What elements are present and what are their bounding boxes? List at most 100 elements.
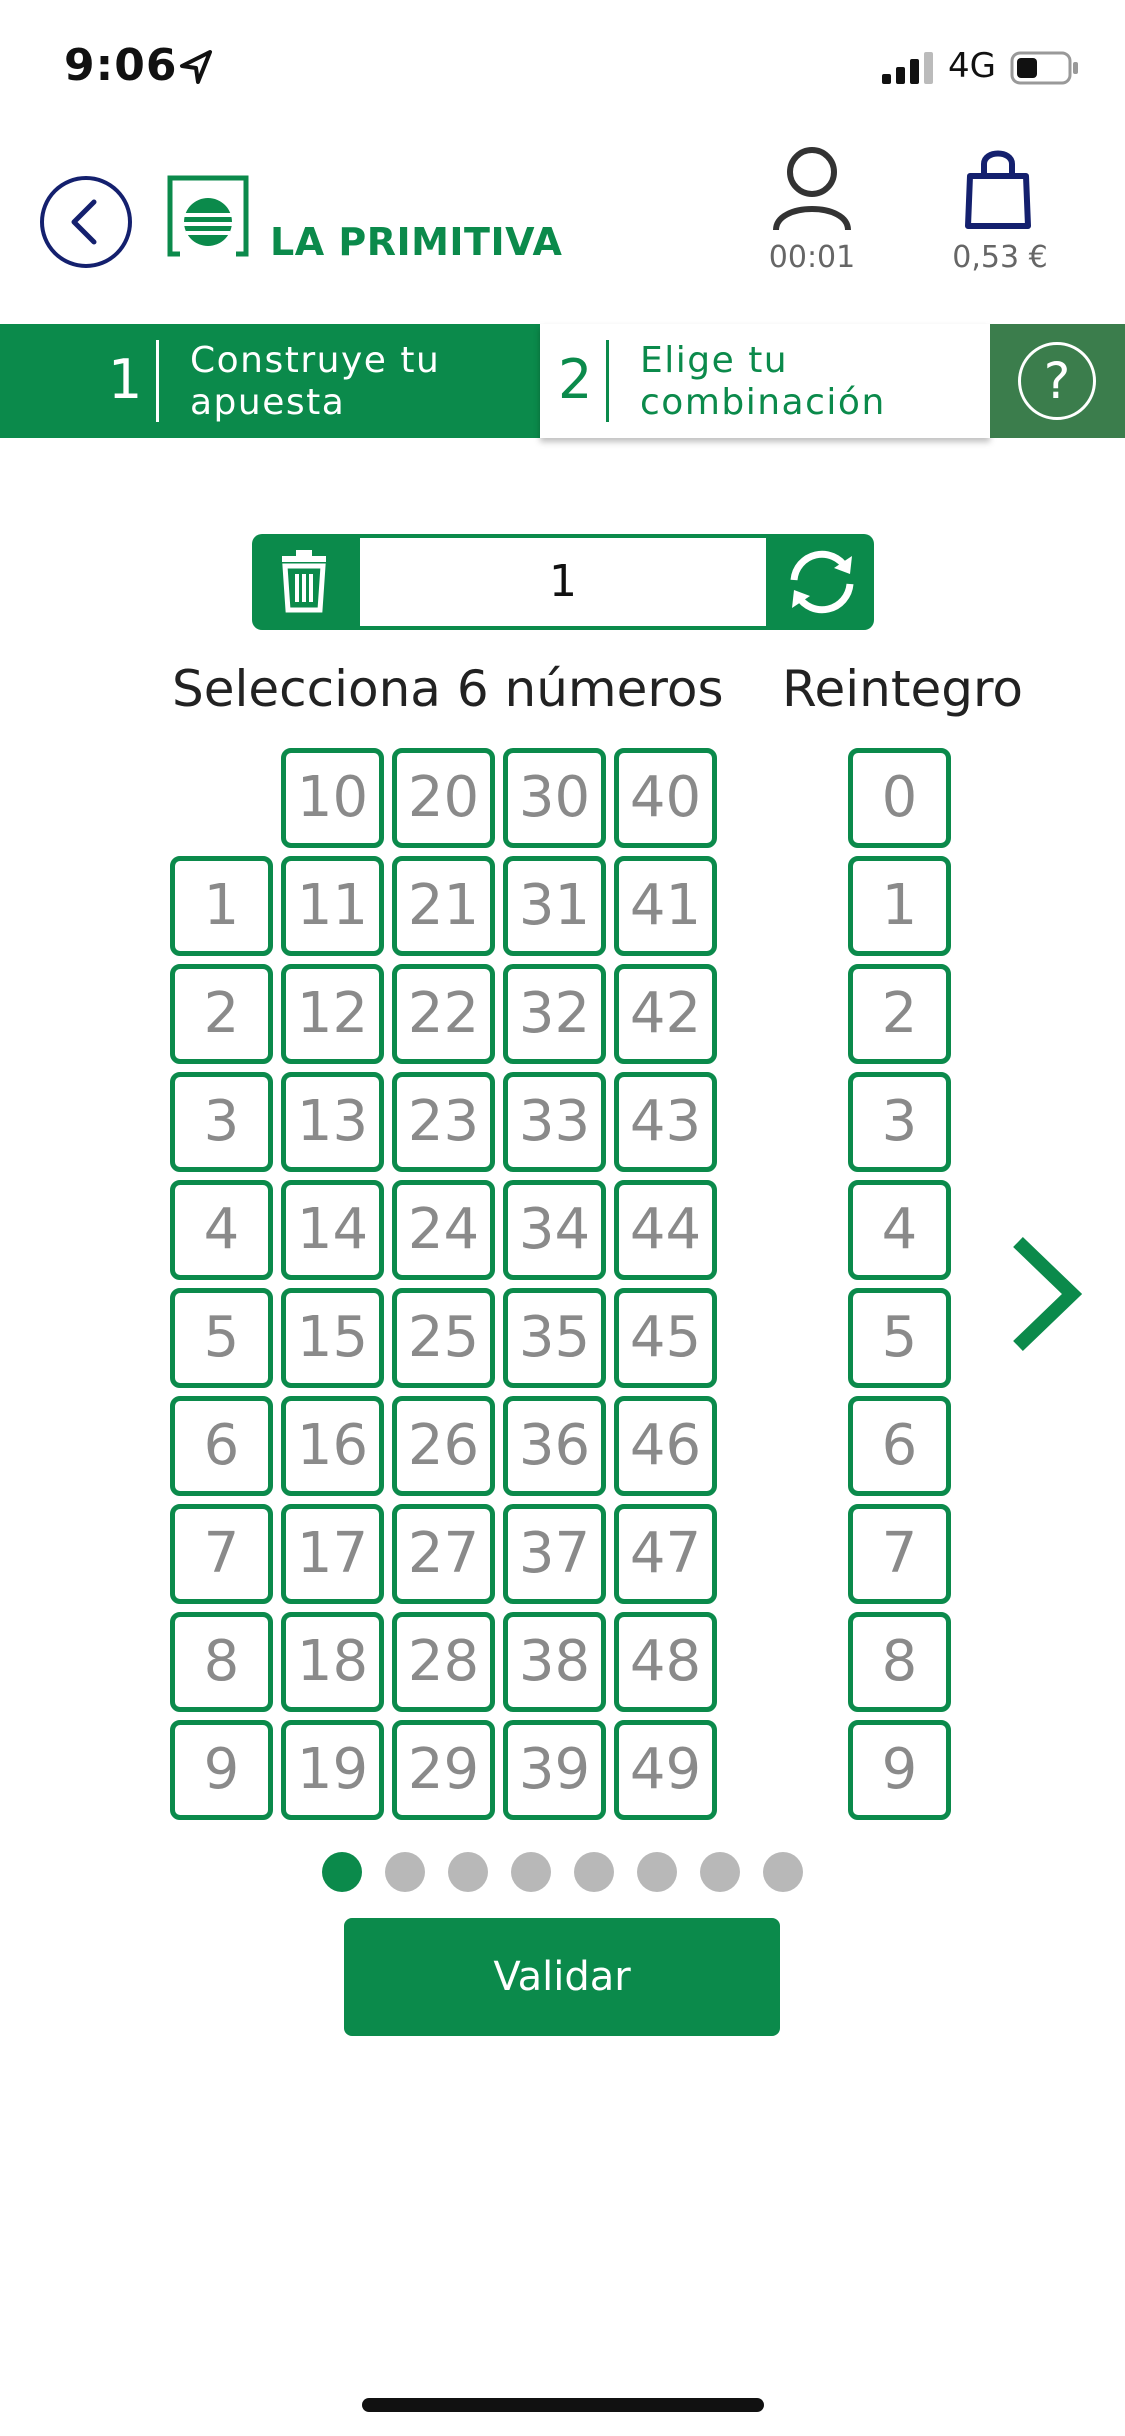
number-cell[interactable]: 30	[503, 748, 606, 848]
step-divider	[156, 340, 159, 422]
step-number: 1	[108, 348, 143, 411]
bet-counter: 1	[252, 534, 874, 630]
pagination-dot[interactable]	[574, 1852, 614, 1892]
number-cell[interactable]: 27	[392, 1504, 495, 1604]
reintegro-cell[interactable]: 6	[848, 1396, 951, 1496]
signal-icon	[882, 52, 933, 84]
refresh-icon	[790, 550, 854, 614]
number-cell[interactable]: 42	[614, 964, 717, 1064]
lottery-logo-icon	[167, 175, 249, 257]
pagination-dot[interactable]	[511, 1852, 551, 1892]
help-icon: ?	[1018, 342, 1096, 420]
number-cell[interactable]: 7	[170, 1504, 273, 1604]
number-cell[interactable]: 46	[614, 1396, 717, 1496]
reintegro-cell[interactable]: 4	[848, 1180, 951, 1280]
number-cell[interactable]: 29	[392, 1720, 495, 1820]
shopping-bag-icon[interactable]	[960, 146, 1036, 230]
number-cell[interactable]: 5	[170, 1288, 273, 1388]
status-time: 9:06	[64, 40, 178, 91]
number-cell[interactable]: 2	[170, 964, 273, 1064]
reintegro-cell[interactable]: 5	[848, 1288, 951, 1388]
number-cell[interactable]: 49	[614, 1720, 717, 1820]
number-cell[interactable]: 19	[281, 1720, 384, 1820]
numbers-title: Selecciona 6 números	[172, 660, 724, 718]
reintegro-cell[interactable]: 0	[848, 748, 951, 848]
pagination-dot[interactable]	[700, 1852, 740, 1892]
number-cell[interactable]: 3	[170, 1072, 273, 1172]
number-cell[interactable]: 1	[170, 856, 273, 956]
number-cell[interactable]: 9	[170, 1720, 273, 1820]
reintegro-cell[interactable]: 3	[848, 1072, 951, 1172]
number-cell[interactable]: 48	[614, 1612, 717, 1712]
number-cell[interactable]: 34	[503, 1180, 606, 1280]
pagination-dot[interactable]	[763, 1852, 803, 1892]
number-cell[interactable]: 10	[281, 748, 384, 848]
number-cell[interactable]: 36	[503, 1396, 606, 1496]
step-number: 2	[558, 348, 593, 411]
reintegro-cell[interactable]: 7	[848, 1504, 951, 1604]
back-button[interactable]	[40, 176, 132, 268]
step-build-bet[interactable]: 1 Construye tu apuesta	[0, 324, 540, 438]
number-cell[interactable]: 16	[281, 1396, 384, 1496]
number-cell[interactable]: 26	[392, 1396, 495, 1496]
pagination-dot[interactable]	[448, 1852, 488, 1892]
number-cell[interactable]: 6	[170, 1396, 273, 1496]
number-cell[interactable]: 32	[503, 964, 606, 1064]
number-cell[interactable]: 22	[392, 964, 495, 1064]
number-cell[interactable]: 40	[614, 748, 717, 848]
pagination-dot[interactable]	[385, 1852, 425, 1892]
bet-count-value: 1	[360, 538, 766, 626]
home-indicator	[362, 2398, 764, 2412]
step-label: Construye tu apuesta	[190, 340, 441, 423]
number-cell[interactable]: 17	[281, 1504, 384, 1604]
user-icon[interactable]	[770, 144, 854, 232]
number-cell[interactable]: 38	[503, 1612, 606, 1712]
number-cell[interactable]: 15	[281, 1288, 384, 1388]
number-cell[interactable]: 35	[503, 1288, 606, 1388]
reintegro-cell[interactable]: 1	[848, 856, 951, 956]
number-cell[interactable]: 33	[503, 1072, 606, 1172]
validate-button[interactable]: Validar	[344, 1918, 780, 2036]
number-cell[interactable]: 39	[503, 1720, 606, 1820]
random-bet-button[interactable]	[770, 534, 874, 630]
number-cell[interactable]: 41	[614, 856, 717, 956]
number-cell[interactable]: 31	[503, 856, 606, 956]
number-cell[interactable]: 37	[503, 1504, 606, 1604]
location-arrow-icon	[180, 50, 212, 84]
cart-price: 0,53 €	[952, 240, 1048, 275]
number-cell[interactable]: 18	[281, 1612, 384, 1712]
step-choose-combination[interactable]: 2 Elige tu combinación	[540, 324, 990, 438]
reintegro-title: Reintegro	[782, 660, 1023, 718]
number-cell[interactable]: 47	[614, 1504, 717, 1604]
number-cell[interactable]: 13	[281, 1072, 384, 1172]
number-cell[interactable]: 21	[392, 856, 495, 956]
reintegro-cell[interactable]: 2	[848, 964, 951, 1064]
delete-bet-button[interactable]	[252, 534, 356, 630]
number-cell[interactable]: 11	[281, 856, 384, 956]
chevron-left-icon	[71, 199, 97, 245]
number-cell[interactable]: 20	[392, 748, 495, 848]
reintegro-cell[interactable]: 9	[848, 1720, 951, 1820]
step-divider	[606, 340, 609, 422]
chevron-right-icon[interactable]	[1010, 1234, 1082, 1354]
help-button[interactable]: ?	[990, 324, 1125, 438]
number-cell[interactable]: 8	[170, 1612, 273, 1712]
number-cell[interactable]: 45	[614, 1288, 717, 1388]
number-cell[interactable]: 24	[392, 1180, 495, 1280]
reintegro-cell[interactable]: 8	[848, 1612, 951, 1712]
number-cell[interactable]: 14	[281, 1180, 384, 1280]
pagination-dot[interactable]	[637, 1852, 677, 1892]
number-cell[interactable]: 43	[614, 1072, 717, 1172]
session-timer: 00:01	[768, 240, 856, 275]
number-cell[interactable]: 25	[392, 1288, 495, 1388]
network-type: 4G	[948, 46, 996, 86]
pagination-dot[interactable]	[322, 1852, 362, 1892]
number-cell[interactable]: 28	[392, 1612, 495, 1712]
logo-text: LA PRIMITIVA	[270, 220, 563, 264]
number-cell[interactable]: 12	[281, 964, 384, 1064]
number-cell[interactable]: 44	[614, 1180, 717, 1280]
trash-icon	[282, 550, 326, 613]
number-cell[interactable]: 23	[392, 1072, 495, 1172]
number-cell[interactable]: 4	[170, 1180, 273, 1280]
step-label: Elige tu combinación	[640, 340, 886, 423]
